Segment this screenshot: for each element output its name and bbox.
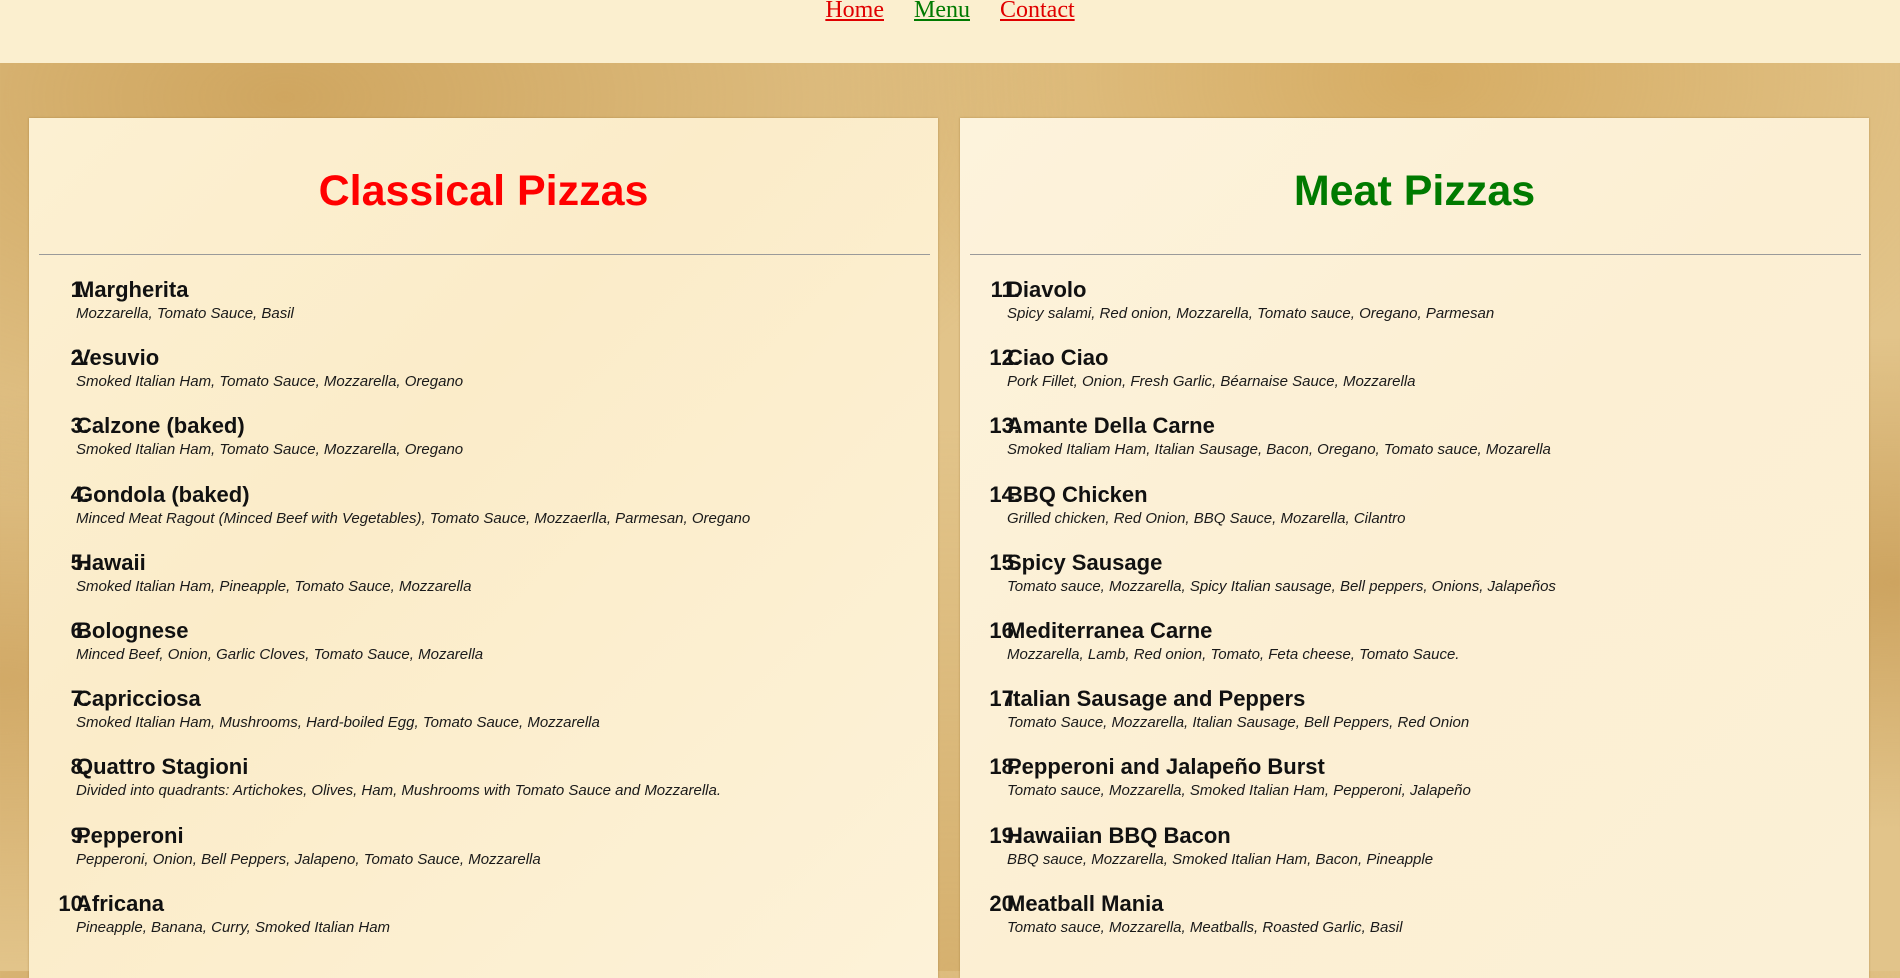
pizza-name: Pepperoni xyxy=(76,822,184,848)
pizza-name: Pepperoni and Jalapeño Burst xyxy=(1007,754,1325,780)
pizza-ingredients: Grilled chicken, Red Onion, BBQ Sauce, M… xyxy=(1007,509,1406,527)
section-title: Meat Pizzas xyxy=(1293,167,1536,215)
pizza-ingredients: Minced Meat Ragout (Minced Beef with Veg… xyxy=(76,509,751,527)
pizza-item: 9. Pepperoni Pepperoni, Onion, Bell Pepper… xyxy=(29,823,938,891)
pizza-name: Margherita xyxy=(76,277,189,302)
pizza-item: 4. Gondola (baked) Minced Meat Ragout (Min… xyxy=(29,482,938,550)
section-divider xyxy=(39,254,930,255)
pizza-ingredients: Divided into quadrants: Artichokes, Oliv… xyxy=(76,782,722,800)
pizza-name: Vesuvio xyxy=(76,345,160,371)
pizza-name: Meatball Mania xyxy=(1007,890,1164,916)
pizza-ingredients: Pineapple, Banana, Curry, Smoked Italian… xyxy=(76,918,391,936)
pizza-item: 10. Africana Pineapple, Banana, Curry, Smo… xyxy=(29,891,938,959)
pizza-name: Capricciosa xyxy=(76,686,201,712)
pizza-ingredients: Tomato sauce, Mozzarella, Smoked Italian… xyxy=(1007,782,1471,800)
pizza-item: 18. Pepperoni and Jalapeño Burst Tomato sa… xyxy=(960,754,1869,822)
pizza-ingredients: BBQ sauce, Mozzarella, Smoked Italian Ha… xyxy=(1007,850,1434,868)
nav-link-home[interactable]: Home xyxy=(825,0,884,23)
pizza-ingredients: Tomato sauce, Mozzarella, Meatballs, Roa… xyxy=(1007,918,1403,936)
pizza-item: 17. Italian Sausage and Peppers Tomato Sau… xyxy=(960,686,1869,754)
pizza-name: Ciao Ciao xyxy=(1007,345,1109,371)
pizza-item: 3. Calzone (baked) Smoked Italian Ham, Tom… xyxy=(29,413,938,481)
menu-section-meat: Meat Pizzas 11. Diavolo Spicy salami, Red … xyxy=(960,118,1869,978)
pizza-item: 12. Ciao Ciao Pork Fillet, Onion, Fresh Ga… xyxy=(960,345,1869,413)
pizza-name: Italian Sausage and Peppers xyxy=(1007,686,1306,712)
pizza-list: 1. Margherita Mozzarella, Tomato Sauce, Ba… xyxy=(29,277,938,959)
pizza-item: 15. Spicy Sausage Tomato sauce, Mozzarella… xyxy=(960,550,1869,618)
pizza-ingredients: Smoked Italian Ham, Tomato Sauce, Mozzar… xyxy=(76,441,464,459)
pizza-name: Hawaiian BBQ Bacon xyxy=(1007,822,1231,848)
pizza-item: 20. Meatball Mania Tomato sauce, Mozzarell… xyxy=(960,891,1869,959)
pizza-ingredients: Tomato sauce, Mozzarella, Spicy Italian … xyxy=(1007,577,1556,595)
pizza-ingredients: Smoked Italian Ham, Tomato Sauce, Mozzar… xyxy=(76,373,464,391)
pizza-name: Diavolo xyxy=(1007,277,1087,302)
pizza-ingredients: Pepperoni, Onion, Bell Peppers, Jalapeno… xyxy=(76,850,541,868)
section-title: Classical Pizzas xyxy=(318,167,649,215)
pizza-ingredients: Pork Fillet, Onion, Fresh Garlic, Béarna… xyxy=(1007,373,1416,391)
pizza-item: 7. Capricciosa Smoked Italian Ham, Mushroo… xyxy=(29,686,938,754)
pizza-ingredients: Minced Beef, Onion, Garlic Cloves, Tomat… xyxy=(76,645,484,663)
main-nav: Home Menu Contact xyxy=(0,0,1900,26)
pizza-item: 6. Bolognese Minced Beef, Onion, Garlic Cl… xyxy=(29,618,938,686)
pizza-item: 11. Diavolo Spicy salami, Red onion, Mozza… xyxy=(960,277,1869,345)
pizza-name: Spicy Sausage xyxy=(1007,549,1163,575)
pizza-item: 1. Margherita Mozzarella, Tomato Sauce, Ba… xyxy=(29,277,938,345)
pizza-name: Quattro Stagioni xyxy=(76,754,249,780)
pizza-item: 13. Amante Della Carne Smoked Italiam Ham,… xyxy=(960,413,1869,481)
nav-link-menu[interactable]: Menu xyxy=(914,0,970,23)
nav-link-contact[interactable]: Contact xyxy=(1000,0,1075,23)
pizza-name: Bolognese xyxy=(76,617,189,643)
pizza-ingredients: Mozzarella, Lamb, Red onion, Tomato, Fet… xyxy=(1007,645,1460,663)
pizza-list: 11. Diavolo Spicy salami, Red onion, Mozza… xyxy=(960,277,1869,959)
pizza-name: Hawaii xyxy=(76,549,146,575)
pizza-name: Africana xyxy=(76,890,165,916)
pizza-ingredients: Mozzarella, Tomato Sauce, Basil xyxy=(76,305,294,322)
pizza-ingredients: Smoked Italian Ham, Mushrooms, Hard-boil… xyxy=(76,714,600,732)
pizza-ingredients: Spicy salami, Red onion, Mozzarella, Tom… xyxy=(1007,305,1495,322)
pizza-name: Calzone (baked) xyxy=(76,413,245,439)
top-bar: Home Menu Contact xyxy=(0,0,1900,63)
section-divider xyxy=(970,254,1861,255)
pizza-name: Amante Della Carne xyxy=(1007,413,1215,439)
pizza-name: Gondola (baked) xyxy=(76,481,250,507)
pizza-item: 2. Vesuvio Smoked Italian Ham, Tomato Sauc… xyxy=(29,345,938,413)
pizza-item: 19. Hawaiian BBQ Bacon BBQ sauce, Mozzarel… xyxy=(960,823,1869,891)
pizza-item: 16. Mediterranea Carne Mozzarella, Lamb, R… xyxy=(960,618,1869,686)
menu-section-classical: Classical Pizzas 1. Margherita Mozzarella,… xyxy=(29,118,938,978)
pizza-ingredients: Smoked Italiam Ham, Italian Sausage, Bac… xyxy=(1007,441,1551,459)
pizza-name: Mediterranea Carne xyxy=(1007,617,1213,643)
pizza-ingredients: Smoked Italian Ham, Pineapple, Tomato Sa… xyxy=(76,577,472,595)
pizza-item: 14. BBQ Chicken Grilled chicken, Red Onion… xyxy=(960,482,1869,550)
pizza-item: 5. Hawaii Smoked Italian Ham, Pineapple, T… xyxy=(29,550,938,618)
pizza-name: BBQ Chicken xyxy=(1007,481,1148,507)
pizza-ingredients: Tomato Sauce, Mozzarella, Italian Sausag… xyxy=(1007,714,1470,732)
pizza-item: 8. Quattro Stagioni Divided into quadrants… xyxy=(29,754,938,822)
